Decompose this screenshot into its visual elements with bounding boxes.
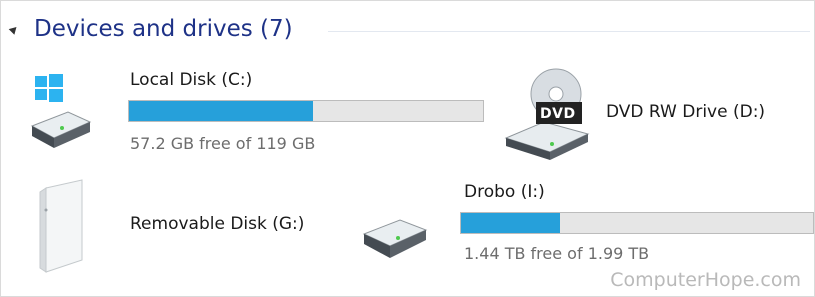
group-divider — [328, 31, 810, 32]
removable-drive-icon — [39, 179, 83, 273]
group-title: Devices and drives (7) — [34, 16, 293, 42]
drive-usage-bar — [460, 212, 814, 234]
system-hard-drive-icon — [30, 74, 92, 148]
drive-free-space: 1.44 TB free of 1.99 TB — [464, 244, 650, 263]
drive-name: DVD RW Drive (D:) — [606, 102, 766, 122]
drive-name: Removable Disk (G:) — [130, 214, 305, 234]
drive-tile-local-disk-c[interactable]: Local Disk (C:) 57.2 GB free of 119 GB — [24, 64, 484, 164]
drive-tile-drobo-i[interactable]: Drobo (I:) 1.44 TB free of 1.99 TB — [360, 178, 814, 274]
drive-usage-bar — [128, 100, 484, 122]
drive-name: Local Disk (C:) — [130, 70, 253, 90]
drive-usage-fill — [461, 213, 560, 233]
drive-name: Drobo (I:) — [464, 182, 545, 202]
dvd-badge: DVD — [540, 106, 576, 122]
watermark: ComputerHope.com — [610, 269, 801, 291]
group-header[interactable]: Devices and drives (7) — [8, 16, 810, 46]
drive-tile-dvd-rw-d[interactable]: DVD DVD RW Drive (D:) — [504, 64, 804, 164]
collapse-arrow-icon[interactable] — [8, 24, 20, 35]
hard-drive-icon — [362, 219, 428, 258]
drive-free-space: 57.2 GB free of 119 GB — [130, 134, 316, 153]
drive-tile-removable-disk-g[interactable]: Removable Disk (G:) — [24, 176, 354, 276]
drive-usage-fill — [129, 101, 314, 121]
